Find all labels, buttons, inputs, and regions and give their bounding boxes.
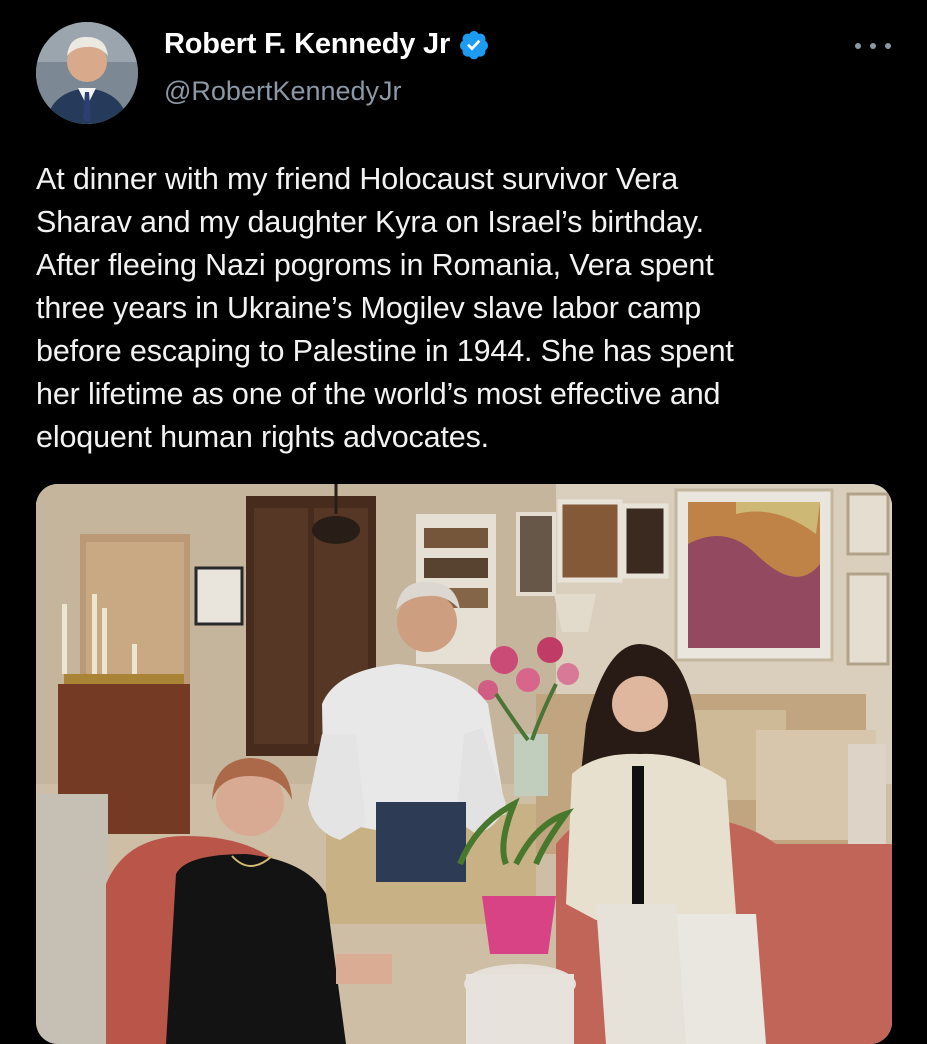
author-handle[interactable]: @RobertKennedyJr — [164, 76, 402, 107]
tweet-photo[interactable] — [36, 484, 892, 1044]
verified-check-badge-icon[interactable] — [458, 29, 490, 61]
more-dot — [870, 43, 876, 49]
author-avatar[interactable] — [36, 22, 138, 124]
more-dot — [855, 43, 861, 49]
author-display-name[interactable]: Robert F. Kennedy Jr — [164, 28, 450, 61]
tweet: Robert F. Kennedy Jr @RobertKennedyJr At… — [0, 0, 927, 1044]
more-options-ellipsis-icon[interactable] — [855, 34, 891, 58]
tweet-text: At dinner with my friend Holocaust survi… — [36, 162, 734, 454]
author-name-row: Robert F. Kennedy Jr — [164, 28, 490, 61]
more-dot — [885, 43, 891, 49]
dinner-photo — [36, 484, 892, 1044]
avatar-photo — [36, 22, 138, 124]
